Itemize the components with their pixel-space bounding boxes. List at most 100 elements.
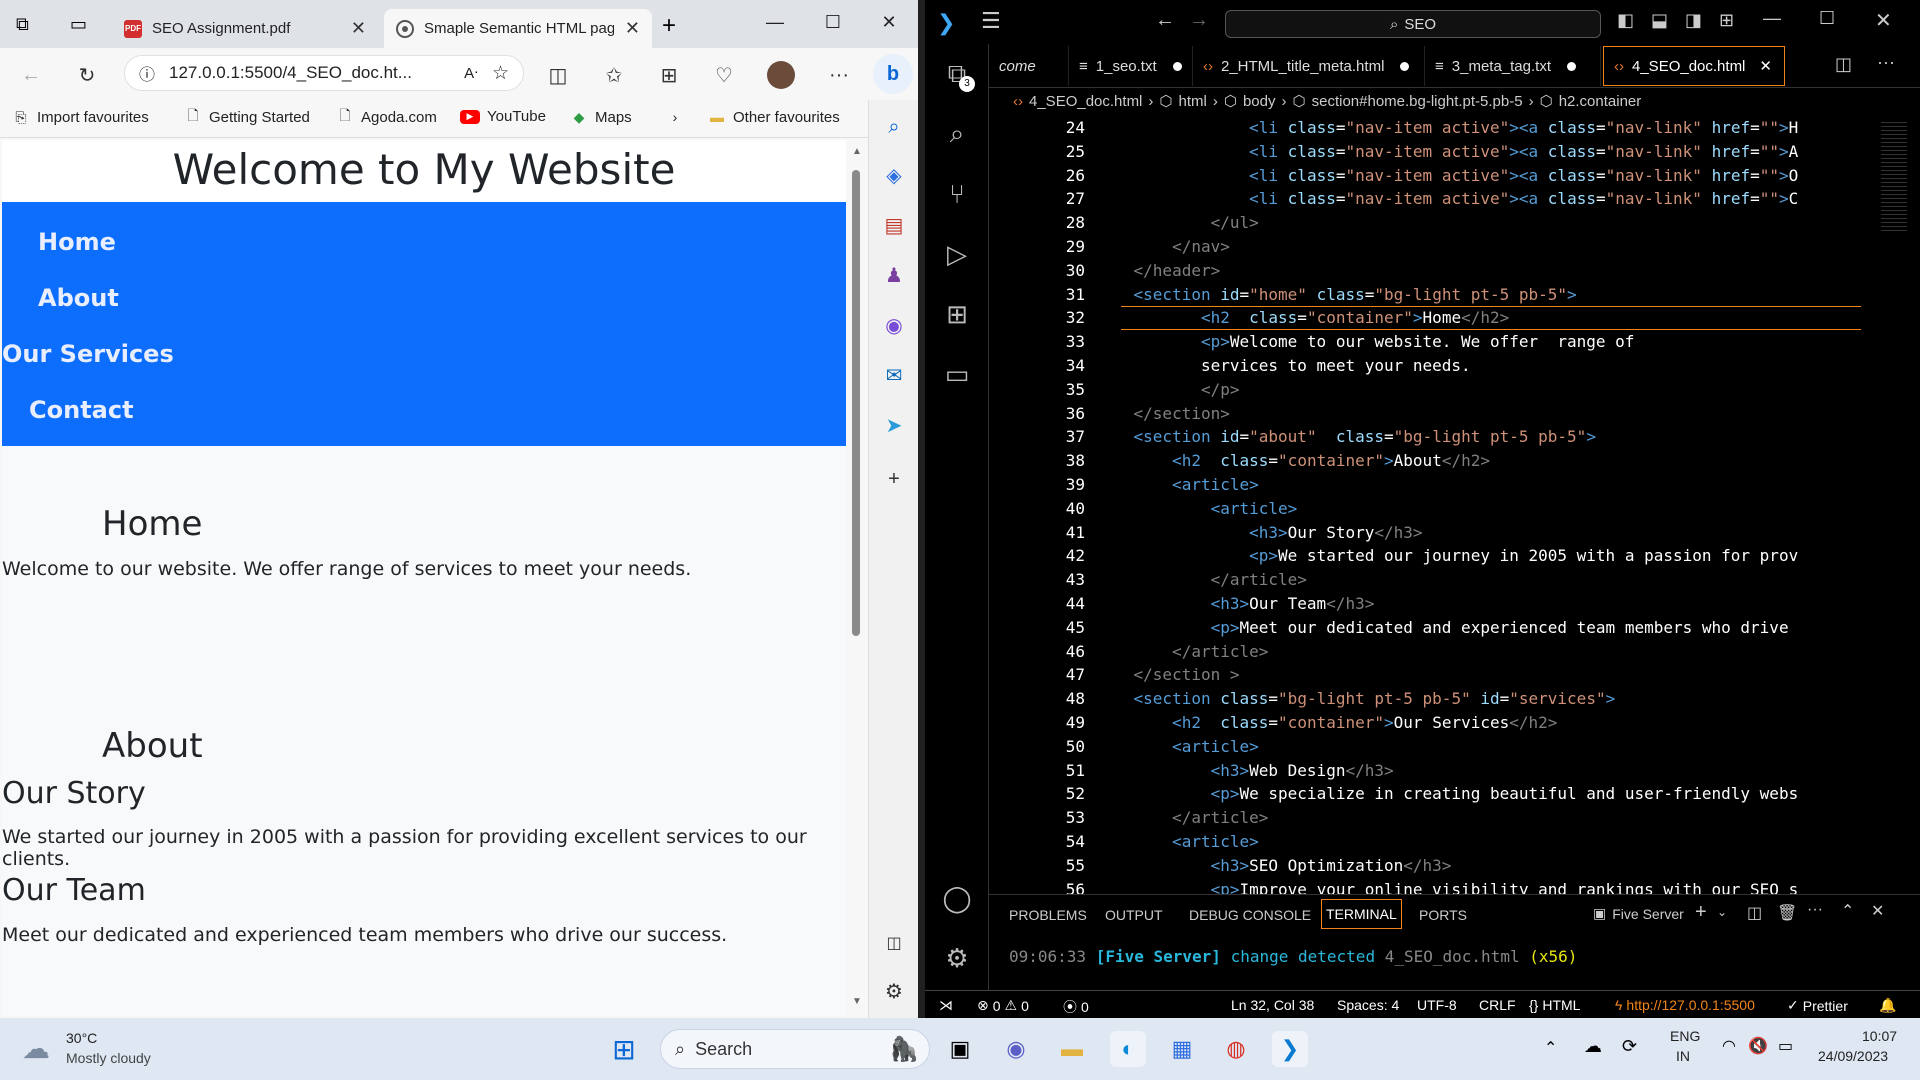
code-line[interactable]: <p>Improve your online visibility and ra… <box>1095 880 1799 894</box>
tab-semantic-html[interactable]: Smaple Semantic HTML page ✕ <box>384 9 652 48</box>
show-hidden-icons-chevron[interactable]: ⌃ <box>1544 1038 1557 1058</box>
maximize-panel-icon[interactable]: ⌃ <box>1841 901 1854 921</box>
edge-taskbar-icon[interactable]: ◐ <box>1110 1031 1146 1067</box>
taskbar-search[interactable]: ⌕ Search 🦍 <box>660 1029 930 1069</box>
code-line[interactable]: <h2 class="container">Our Services</h2> <box>1095 713 1557 732</box>
code-line[interactable]: <h3>Our Story</h3> <box>1095 523 1422 542</box>
search-icon[interactable]: ⌕ <box>881 114 907 140</box>
panel-tab-terminal[interactable]: TERMINAL <box>1321 899 1402 929</box>
code-line[interactable]: <article> <box>1095 475 1259 494</box>
toolbox-icon[interactable]: ▤ <box>881 212 907 238</box>
accounts-icon[interactable]: ◯ <box>941 882 973 914</box>
tag-icon[interactable]: ◈ <box>881 162 907 188</box>
code-line[interactable]: <h2 class="container">About</h2> <box>1095 451 1490 470</box>
split-screen-icon[interactable]: ◫ <box>541 58 575 92</box>
file-explorer-icon[interactable]: ▬ <box>1054 1031 1090 1067</box>
region-indicator[interactable]: IN <box>1676 1048 1690 1064</box>
close-window-icon[interactable]: ✕ <box>860 0 918 44</box>
fav-getting-started[interactable]: 🗋 Getting Started <box>184 107 310 126</box>
chrome-icon[interactable]: ◍ <box>1218 1031 1254 1067</box>
back-icon[interactable]: ← <box>14 58 48 92</box>
more-actions-icon[interactable]: ··· <box>1807 901 1823 919</box>
collections-icon[interactable]: ⊞ <box>652 58 686 92</box>
code-line[interactable]: <p>We started our journey in 2005 with a… <box>1095 546 1798 565</box>
more-menu-icon[interactable]: ··· <box>822 58 856 92</box>
toggle-panel-icon[interactable]: ⬓ <box>1651 10 1668 31</box>
code-line[interactable]: services to meet your needs. <box>1095 356 1471 375</box>
prettier-status[interactable]: ✓ Prettier <box>1787 997 1848 1014</box>
vscode-taskbar-icon[interactable]: ❯ <box>1272 1031 1308 1067</box>
code-line[interactable]: <article> <box>1095 499 1298 518</box>
panel-tab-debug-console[interactable]: DEBUG CONSOLE <box>1189 907 1311 923</box>
code-line[interactable]: <h3>Our Team</h3> <box>1095 594 1375 613</box>
breadcrumb-item[interactable]: html <box>1179 93 1207 110</box>
indentation[interactable]: Spaces: 4 <box>1337 997 1399 1013</box>
clock-date[interactable]: 24/09/2023 <box>1818 1048 1888 1064</box>
code-line[interactable]: <li class="nav-item active"><a class="na… <box>1095 118 1798 137</box>
manage-gear-icon[interactable]: ⚙ <box>941 942 973 974</box>
source-control-icon[interactable]: ⑂ <box>941 178 973 210</box>
breadcrumb-item[interactable]: section#home.bg-light.pt-5.pb-5 <box>1312 93 1523 110</box>
store-icon[interactable]: ▦ <box>1164 1031 1200 1067</box>
code-line[interactable]: <article> <box>1095 832 1259 851</box>
minimize-icon[interactable]: — <box>1763 8 1781 29</box>
editor-tab[interactable]: ≡ 1_seo.txt <box>1069 46 1193 86</box>
profile-avatar[interactable] <box>764 58 798 92</box>
send-icon[interactable]: ➤ <box>881 412 907 438</box>
remote-icon[interactable]: ⋊ <box>939 997 953 1014</box>
tab-seo-assignment[interactable]: PDF SEO Assignment.pdf ✕ <box>112 9 378 48</box>
notifications-bell-icon[interactable]: 🔔 <box>1879 997 1896 1014</box>
encoding[interactable]: UTF-8 <box>1417 997 1457 1013</box>
new-terminal-icon[interactable]: + <box>1695 901 1707 924</box>
sidebar-toggle-icon[interactable]: ◫ <box>881 930 907 956</box>
extensions-icon[interactable]: ⊞ <box>941 298 973 330</box>
wifi-icon[interactable]: ◠ <box>1722 1036 1736 1056</box>
fav-other[interactable]: ▬ Other favourites <box>708 108 840 126</box>
language-indicator[interactable]: ENG <box>1670 1028 1700 1044</box>
code-line[interactable]: </nav> <box>1095 237 1230 256</box>
breadcrumb-item[interactable]: h2.container <box>1559 93 1642 110</box>
remote-explorer-icon[interactable]: ▭ <box>941 358 973 390</box>
weather-temp[interactable]: 30°C <box>66 1030 97 1046</box>
code-line[interactable]: </section> <box>1095 404 1230 423</box>
code-line[interactable]: <li class="nav-item active"><a class="na… <box>1095 189 1798 208</box>
fav-agoda[interactable]: 🗋 Agoda.com <box>336 107 437 126</box>
info-icon[interactable]: ⓘ <box>139 61 155 85</box>
favorites-icon[interactable]: ✩ <box>597 58 631 92</box>
minimap[interactable] <box>1871 118 1911 258</box>
editor-tab-active[interactable]: ‹› 4_SEO_doc.html ✕ <box>1603 46 1785 86</box>
weather-desc[interactable]: Mostly cloudy <box>66 1050 151 1066</box>
workspaces-icon[interactable]: ⧉ <box>16 14 29 35</box>
cursor-position[interactable]: Ln 32, Col 38 <box>1231 997 1314 1013</box>
panel-tab-problems[interactable]: PROBLEMS <box>1009 907 1087 923</box>
code-line[interactable]: <section id="home" class="bg-light pt-5 … <box>1095 285 1577 304</box>
code-line[interactable]: </article> <box>1095 570 1307 589</box>
split-terminal-icon[interactable]: ◫ <box>1747 903 1762 923</box>
code-line[interactable]: </article> <box>1095 808 1268 827</box>
editor-tab[interactable]: ‹› 2_HTML_title_meta.html <box>1193 46 1425 86</box>
toggle-secondary-sidebar-icon[interactable]: ◨ <box>1685 10 1702 31</box>
more-actions-icon[interactable]: ··· <box>1877 52 1895 73</box>
code-line[interactable]: <section class="bg-light pt-5 pb-5" id="… <box>1095 689 1616 708</box>
kill-terminal-icon[interactable]: 🗑 <box>1777 903 1797 923</box>
page-scrollbar[interactable]: ▲ ▼ <box>848 140 866 1016</box>
live-server-status[interactable]: ϟ http://127.0.0.1:5500 <box>1615 997 1755 1013</box>
fav-import[interactable]: ⎘ Import favourites <box>12 108 148 126</box>
weather-icon[interactable]: ☁ <box>22 1032 50 1065</box>
add-icon[interactable]: + <box>881 466 907 492</box>
nav-link-home[interactable]: Home <box>38 228 116 256</box>
scroll-thumb[interactable] <box>852 170 860 636</box>
toggle-sidebar-icon[interactable]: ◧ <box>1617 10 1634 31</box>
nav-link-services[interactable]: Our Services <box>2 340 174 368</box>
breadcrumb-item[interactable]: body <box>1243 93 1276 110</box>
panel-tab-output[interactable]: OUTPUT <box>1105 907 1163 923</box>
favorite-star-icon[interactable]: ☆ <box>492 62 509 85</box>
copilot-icon[interactable]: b <box>873 54 913 94</box>
copilot-sidebar-icon[interactable]: ◉ <box>881 312 907 338</box>
editor-tab[interactable]: ≡ 3_meta_tag.txt <box>1425 46 1601 86</box>
close-window-icon[interactable]: ✕ <box>1875 8 1892 33</box>
battery-icon[interactable]: ▭ <box>1778 1036 1793 1056</box>
command-center[interactable]: ⌕ SEO <box>1225 10 1601 38</box>
fav-youtube[interactable]: ▶ YouTube <box>460 108 546 125</box>
minimize-icon[interactable]: — <box>746 0 804 44</box>
